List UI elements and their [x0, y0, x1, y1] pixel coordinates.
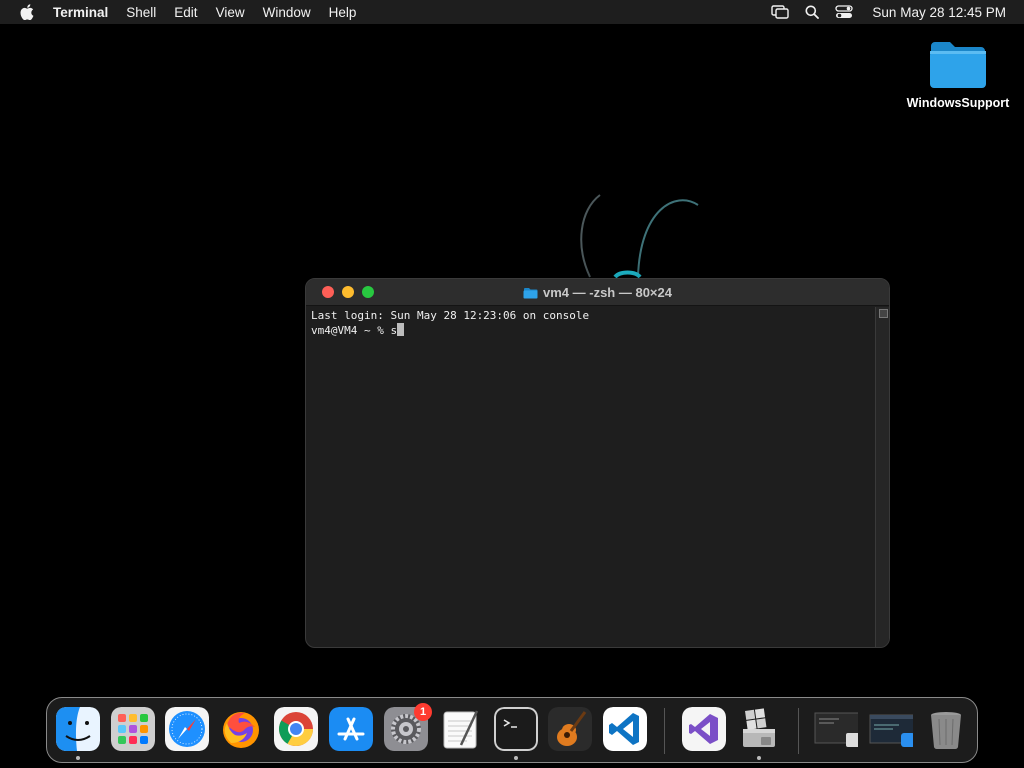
recent-window-1[interactable]	[814, 707, 858, 751]
terminal-titlebar[interactable]: vm4 — -zsh — 80×24	[306, 279, 889, 306]
terminal-line: vm4@VM4 ~ % s	[311, 324, 398, 337]
menu-bar-clock[interactable]: Sun May 28 12:45 PM	[872, 5, 1006, 20]
menu-view[interactable]: View	[207, 0, 254, 24]
spotlight-search-icon[interactable]	[802, 3, 822, 21]
garageband-icon[interactable]	[548, 707, 592, 751]
control-center-icon[interactable]	[834, 3, 854, 21]
minimize-button[interactable]	[342, 286, 354, 298]
menu-edit[interactable]: Edit	[165, 0, 206, 24]
launchpad-icon[interactable]	[111, 707, 155, 751]
menu-app-name[interactable]: Terminal	[53, 0, 117, 24]
running-indicator	[757, 756, 761, 760]
menu-shell[interactable]: Shell	[117, 0, 165, 24]
vscode-icon[interactable]	[603, 707, 647, 751]
scroll-button[interactable]	[879, 309, 888, 318]
apple-menu-icon[interactable]	[18, 3, 36, 21]
wallpaper-swirl	[580, 194, 699, 279]
visual-studio-icon[interactable]	[682, 707, 726, 751]
desktop-folder-label: WindowsSupport	[906, 96, 1010, 110]
trash-icon[interactable]	[924, 707, 968, 751]
dock-separator	[664, 708, 665, 754]
menu-window[interactable]: Window	[254, 0, 320, 24]
folder-icon	[523, 287, 538, 299]
running-indicator	[514, 756, 518, 760]
terminal-cursor	[397, 323, 405, 336]
textedit-icon[interactable]	[439, 707, 483, 751]
terminal-icon[interactable]	[494, 707, 538, 751]
close-button[interactable]	[322, 286, 334, 298]
firefox-icon[interactable]	[219, 707, 263, 751]
terminal-line: Last login: Sun May 28 12:23:06 on conso…	[311, 309, 590, 322]
finder-icon[interactable]	[56, 707, 100, 751]
menu-bar: Terminal Shell Edit View Window Help Sun…	[0, 0, 1024, 24]
terminal-output[interactable]: Last login: Sun May 28 12:23:06 on conso…	[306, 307, 875, 647]
notification-badge: 1	[414, 703, 432, 721]
terminal-scrollbar[interactable]	[875, 307, 889, 647]
zoom-button[interactable]	[362, 286, 374, 298]
desktop-folder-windowssupport[interactable]: WindowsSupport	[902, 38, 1014, 110]
folder-icon	[930, 42, 986, 88]
app-store-icon[interactable]	[329, 707, 373, 751]
dock: 1	[46, 697, 978, 763]
terminal-prompt-line: vm4@VM4 ~ % s	[311, 323, 870, 338]
chrome-icon[interactable]	[274, 707, 318, 751]
menu-help[interactable]: Help	[320, 0, 366, 24]
terminal-window[interactable]: vm4 — -zsh — 80×24 Last login: Sun May 2…	[305, 278, 890, 648]
dock-separator	[798, 708, 799, 754]
safari-icon[interactable]	[165, 707, 209, 751]
terminal-title: vm4 — -zsh — 80×24	[543, 285, 672, 300]
boot-camp-icon[interactable]	[737, 707, 781, 751]
recent-window-2[interactable]	[869, 707, 913, 751]
running-indicator	[76, 756, 80, 760]
screen-mirroring-icon[interactable]	[770, 3, 790, 21]
